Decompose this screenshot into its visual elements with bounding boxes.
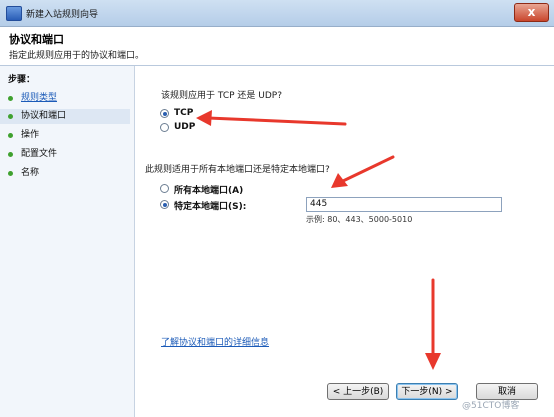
annotation-arrows	[196, 110, 441, 370]
arrow-to-port-question	[341, 155, 395, 183]
arrow-to-tcp-head	[196, 110, 212, 126]
arrow-to-next-head	[425, 353, 441, 370]
arrow-to-tcp	[206, 116, 347, 126]
